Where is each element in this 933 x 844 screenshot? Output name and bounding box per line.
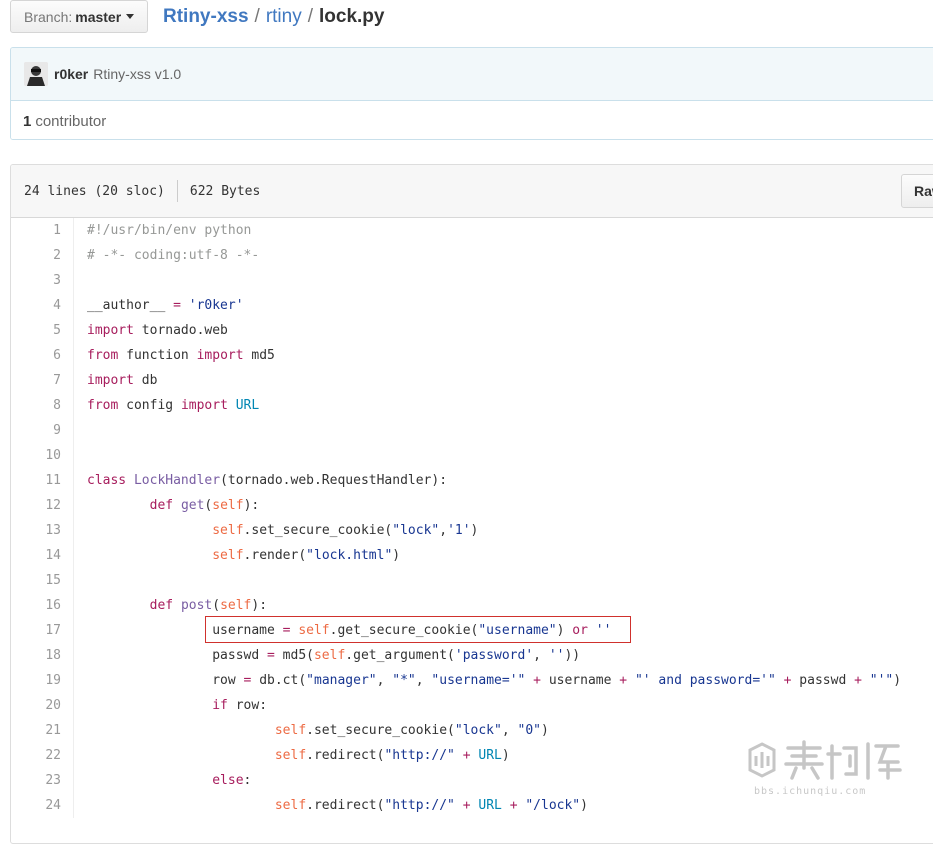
line-number[interactable]: 17 — [11, 618, 74, 643]
file-size: 622 Bytes — [189, 183, 261, 199]
line-content: #!/usr/bin/env python — [87, 223, 252, 238]
breadcrumb-separator: / — [254, 6, 260, 27]
line-content: self.render("lock.html") — [212, 548, 401, 563]
breadcrumb: Rtiny-xss / rtiny / lock.py — [163, 6, 384, 28]
line-number[interactable]: 16 — [11, 593, 74, 618]
line-content: if row: — [212, 698, 268, 713]
line-content: username = self.get_secure_cookie("usern… — [87, 623, 612, 638]
line-number[interactable]: 23 — [11, 768, 74, 793]
line-content: class LockHandler(tornado.web.RequestHan… — [87, 473, 448, 488]
code-line: 7 import db — [11, 368, 933, 393]
watermark-logo-icon — [748, 740, 902, 780]
line-number[interactable]: 7 — [11, 368, 74, 393]
breadcrumb-repo-link[interactable]: Rtiny-xss — [163, 6, 249, 27]
commit-message-link[interactable]: Rtiny-xss v1.0 — [93, 66, 181, 82]
line-number[interactable]: 2 — [11, 243, 74, 268]
line-number[interactable]: 21 — [11, 718, 74, 743]
line-content: self.redirect("http://" + URL) — [274, 748, 510, 763]
line-number[interactable]: 5 — [11, 318, 74, 343]
line-content: import db — [87, 373, 158, 388]
contributors-count: 1 — [23, 112, 32, 130]
code-line: 1 #!/usr/bin/env python — [11, 218, 933, 243]
breadcrumb-dir-link[interactable]: rtiny — [266, 6, 302, 27]
latest-commit: r0ker Rtiny-xss v1.0 — [11, 48, 933, 101]
line-content: from config import URL — [87, 398, 260, 413]
code-line: 8 from config import URL — [11, 393, 933, 418]
line-content: self.set_secure_cookie("lock",'1') — [212, 523, 479, 538]
line-content — [74, 568, 87, 593]
code-line: 4 __author__ = 'r0ker' — [11, 293, 933, 318]
line-content: self.set_secure_cookie("lock", "0") — [274, 723, 549, 738]
line-number[interactable]: 14 — [11, 543, 74, 568]
line-number[interactable]: 3 — [11, 268, 74, 293]
code-line: 5 import tornado.web — [11, 318, 933, 343]
line-number[interactable]: 22 — [11, 743, 74, 768]
line-content: # -*- coding:utf-8 -*- — [87, 248, 260, 263]
line-content — [74, 268, 87, 293]
line-number[interactable]: 11 — [11, 468, 74, 493]
commit-info-box: r0ker Rtiny-xss v1.0 1 contributor — [10, 47, 933, 140]
line-content: def post(self): — [149, 598, 268, 613]
code-line: 13 self.set_secure_cookie("lock",'1') — [11, 518, 933, 543]
line-content: def get(self): — [149, 498, 260, 513]
code-line: 9 — [11, 418, 933, 443]
code-line: 12 def get(self): — [11, 493, 933, 518]
line-number[interactable]: 24 — [11, 793, 74, 818]
file-header: 24 lines (20 sloc) 622 Bytes Raw — [11, 165, 933, 218]
code-listing: 1 #!/usr/bin/env python 2 # -*- coding:utf-… — [11, 218, 933, 818]
line-content: import tornado.web — [87, 323, 228, 338]
line-content: row = db.ct("manager", "*", "username='"… — [87, 673, 902, 688]
raw-button[interactable]: Raw — [901, 174, 933, 208]
watermark-text: bbs.ichunqiu.com — [754, 786, 867, 797]
code-line: 14 self.render("lock.html") — [11, 543, 933, 568]
line-content: __author__ = 'r0ker' — [87, 298, 244, 313]
line-content: self.redirect("http://" + URL + "/lock") — [274, 798, 588, 813]
commit-author-link[interactable]: r0ker — [54, 66, 88, 82]
code-line: 15 — [11, 568, 933, 593]
branch-select-button[interactable]: Branch: master — [10, 0, 148, 33]
line-number[interactable]: 4 — [11, 293, 74, 318]
line-number[interactable]: 9 — [11, 418, 74, 443]
code-line: 16 def post(self): — [11, 593, 933, 618]
code-line: 3 — [11, 268, 933, 293]
line-content: else: — [212, 773, 252, 788]
line-number[interactable]: 20 — [11, 693, 74, 718]
line-number[interactable]: 8 — [11, 393, 74, 418]
code-line: 2 # -*- coding:utf-8 -*- — [11, 243, 933, 268]
line-content — [74, 418, 87, 443]
line-content — [74, 443, 87, 468]
line-number[interactable]: 13 — [11, 518, 74, 543]
contributors-label: contributor — [35, 112, 107, 130]
code-line: 10 — [11, 443, 933, 468]
breadcrumb-file: lock.py — [319, 6, 385, 27]
line-number[interactable]: 6 — [11, 343, 74, 368]
line-content: passwd = md5(self.get_argument('password… — [87, 648, 581, 663]
line-number[interactable]: 10 — [11, 443, 74, 468]
branch-value: master — [75, 8, 122, 25]
header-divider — [176, 180, 178, 202]
avatar[interactable] — [24, 62, 48, 86]
code-line: 18 passwd = md5(self.get_argument('passw… — [11, 643, 933, 668]
code-line: 20 if row: — [11, 693, 933, 718]
line-content: from function import md5 — [87, 348, 275, 363]
branch-label: Branch: — [24, 8, 73, 25]
contributors-summary[interactable]: 1 contributor — [11, 101, 933, 139]
watermark: bbs.ichunqiu.com — [748, 738, 908, 803]
line-number[interactable]: 12 — [11, 493, 74, 518]
file-line-count: 24 lines (20 sloc) — [24, 183, 165, 199]
line-number[interactable]: 1 — [11, 218, 74, 243]
caret-down-icon — [126, 14, 135, 19]
line-number[interactable]: 19 — [11, 668, 74, 693]
code-line: 19 row = db.ct("manager", "*", "username… — [11, 668, 933, 693]
code-line: 6 from function import md5 — [11, 343, 933, 368]
breadcrumb-separator: / — [307, 6, 313, 27]
line-number[interactable]: 18 — [11, 643, 74, 668]
code-line: 11 class LockHandler(tornado.web.RequestH… — [11, 468, 933, 493]
code-line: 17 username = self.get_secure_cookie("us… — [11, 618, 933, 643]
line-number[interactable]: 15 — [11, 568, 74, 593]
